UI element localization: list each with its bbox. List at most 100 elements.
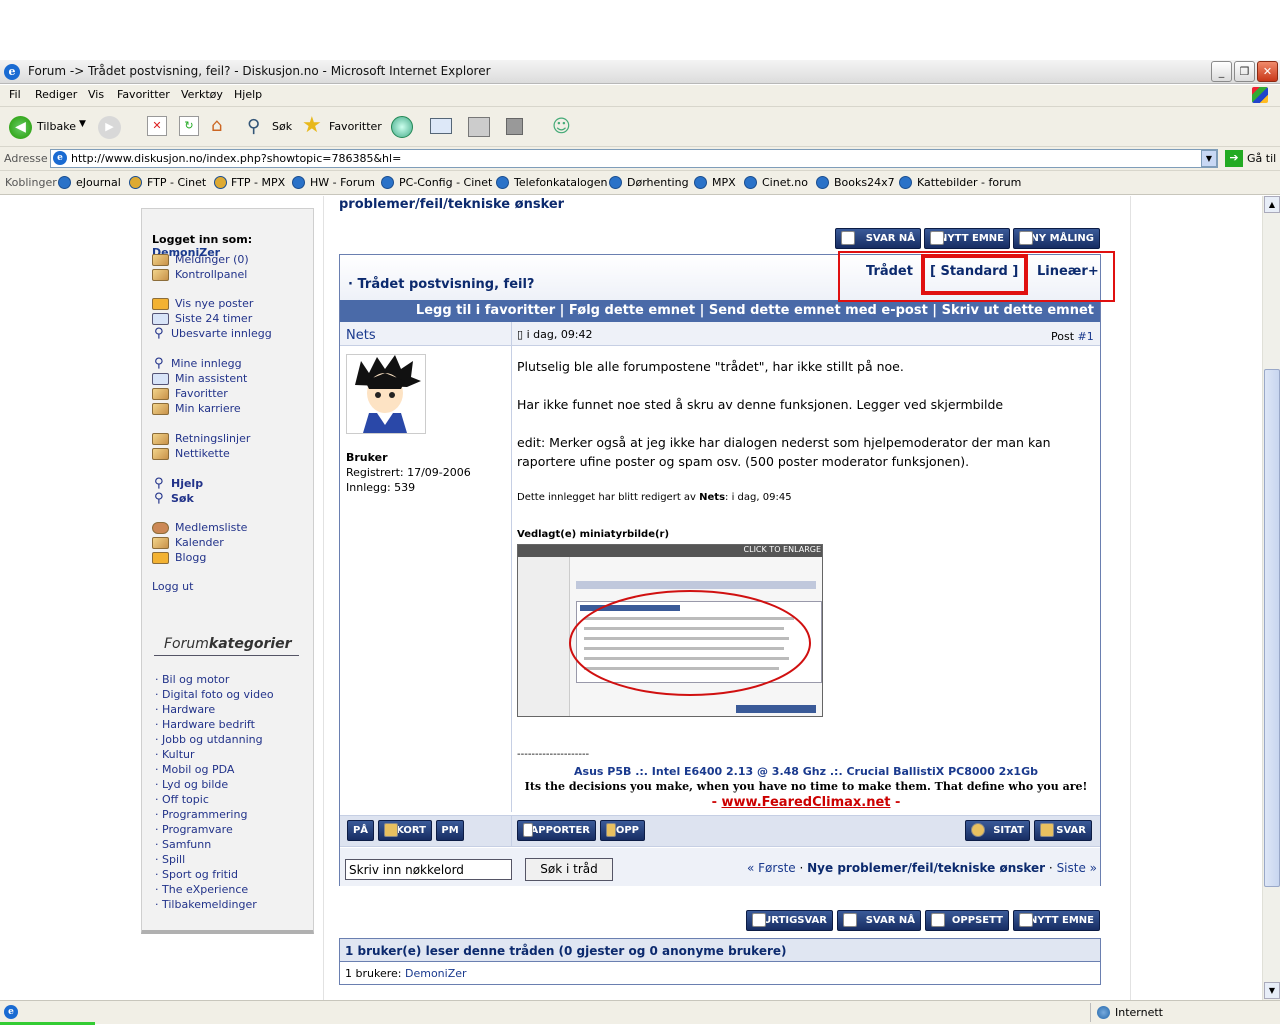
menu-file[interactable]: Fil xyxy=(9,88,21,101)
category-link[interactable]: · Hardware xyxy=(155,703,215,716)
scroll-thumb[interactable] xyxy=(1264,369,1280,887)
category-link[interactable]: · Hardware bedrift xyxy=(155,718,255,731)
category-link[interactable]: · The eXperience xyxy=(155,883,248,896)
topic-actions-bar[interactable]: Legg til i favoritter | Følg dette emnet… xyxy=(340,300,1100,322)
address-input[interactable]: e http://www.diskusjon.no/index.php?show… xyxy=(50,149,1218,168)
maximize-button[interactable]: ❐ xyxy=(1234,61,1255,82)
pager-first-link[interactable]: « Første xyxy=(747,861,796,875)
refresh-icon[interactable]: ↻ xyxy=(179,116,199,136)
signature-link[interactable]: www.FearedClimax.net xyxy=(722,795,891,810)
sidebar-item-unanswered[interactable]: Ubesvarte innlegg xyxy=(171,327,272,340)
scroll-up-icon[interactable]: ▲ xyxy=(1264,196,1280,213)
link-ejournal[interactable]: eJournal xyxy=(76,176,121,189)
category-link[interactable]: · Bil og motor xyxy=(155,673,229,686)
sidebar-item-last24[interactable]: Siste 24 timer xyxy=(175,312,252,325)
category-link[interactable]: · Sport og fritid xyxy=(155,868,238,881)
link-ftp-cinet[interactable]: FTP - Cinet xyxy=(147,176,206,189)
sidebar-item-new-posts[interactable]: Vis nye poster xyxy=(175,297,253,310)
reply-now-bottom-button[interactable]: SVAR NÅ xyxy=(837,910,921,931)
post-number[interactable]: Post #1 xyxy=(1051,330,1094,343)
category-link[interactable]: · Mobil og PDA xyxy=(155,763,234,776)
favorites-star-icon[interactable]: ★ xyxy=(302,113,322,138)
minimize-button[interactable]: _ xyxy=(1211,61,1232,82)
mail-icon[interactable] xyxy=(430,118,452,134)
post-author-link[interactable]: Nets xyxy=(346,328,376,343)
category-link[interactable]: · Spill xyxy=(155,853,185,866)
reply-now-button[interactable]: SVAR NÅ xyxy=(835,228,921,249)
back-button[interactable]: Tilbake xyxy=(37,120,76,133)
profile-card-button[interactable]: KORT xyxy=(378,820,432,841)
edit-icon[interactable] xyxy=(506,118,523,135)
sidebar-item-search[interactable]: Søk xyxy=(171,492,194,505)
history-icon[interactable] xyxy=(391,116,413,138)
link-ftp-mpx[interactable]: FTP - MPX xyxy=(231,176,285,189)
menu-tools[interactable]: Verktøy xyxy=(181,88,223,101)
link-books24x7[interactable]: Books24x7 xyxy=(834,176,895,189)
sidebar-item-memberlist[interactable]: Medlemsliste xyxy=(175,521,247,534)
sidebar-item-blog[interactable]: Blogg xyxy=(175,551,206,564)
address-dropdown-icon[interactable]: ▼ xyxy=(1201,150,1217,167)
sidebar-item-assistant[interactable]: Min assistent xyxy=(175,372,247,385)
pager-next-link[interactable]: Nye problemer/feil/tekniske ønsker xyxy=(807,861,1045,875)
link-cinet[interactable]: Cinet.no xyxy=(762,176,808,189)
scroll-down-icon[interactable]: ▼ xyxy=(1264,982,1280,999)
pm-button[interactable]: PM xyxy=(436,820,464,841)
breadcrumb[interactable]: problemer/feil/tekniske ønsker xyxy=(339,197,564,212)
link-hw-forum[interactable]: HW - Forum xyxy=(310,176,375,189)
go-arrow-icon[interactable]: ➔ xyxy=(1225,150,1243,167)
sidebar-item-netiquette[interactable]: Nettikette xyxy=(175,447,230,460)
link-dorhenting[interactable]: Dørhenting xyxy=(627,176,689,189)
thread-search-button[interactable]: Søk i tråd xyxy=(525,858,613,881)
sidebar-item-messages[interactable]: Meldinger (0) xyxy=(175,253,249,266)
link-mpx[interactable]: MPX xyxy=(712,176,736,189)
reply-button[interactable]: SVAR xyxy=(1034,820,1092,841)
sidebar-item-guidelines[interactable]: Retningslinjer xyxy=(175,432,250,445)
category-link[interactable]: · Kultur xyxy=(155,748,195,761)
stop-icon[interactable]: ✕ xyxy=(147,116,167,136)
category-link[interactable]: · Programmering xyxy=(155,808,247,821)
new-topic-button[interactable]: NYTT EMNE xyxy=(924,228,1010,249)
forward-arrow-icon[interactable]: ▶ xyxy=(98,116,121,139)
home-icon[interactable]: ⌂ xyxy=(211,116,233,136)
quick-reply-button[interactable]: HURTIGSVAR xyxy=(746,910,833,931)
options-button[interactable]: OPPSETT xyxy=(925,910,1009,931)
sidebar-item-help[interactable]: Hjelp xyxy=(171,477,203,490)
category-link[interactable]: · Off topic xyxy=(155,793,209,806)
search-icon[interactable]: ⚲ xyxy=(247,116,260,137)
category-link[interactable]: · Programvare xyxy=(155,823,233,836)
sidebar-item-calendar[interactable]: Kalender xyxy=(175,536,224,549)
up-button[interactable]: OPP xyxy=(600,820,645,841)
go-button[interactable]: Gå til xyxy=(1247,152,1276,165)
link-kattebilder[interactable]: Kattebilder - forum xyxy=(917,176,1021,189)
menu-view[interactable]: Vis xyxy=(88,88,104,101)
favorites-button[interactable]: Favoritter xyxy=(329,120,382,133)
print-icon[interactable] xyxy=(468,117,490,137)
sidebar-item-controlpanel[interactable]: Kontrollpanel xyxy=(175,268,247,281)
attachment-thumbnail[interactable]: CLICK TO ENLARGE xyxy=(517,544,823,717)
search-button[interactable]: Søk xyxy=(272,120,292,133)
menu-edit[interactable]: Rediger xyxy=(35,88,77,101)
category-link[interactable]: · Tilbakemeldinger xyxy=(155,898,257,911)
back-arrow-icon[interactable]: ◀ xyxy=(9,116,32,139)
menu-favorites[interactable]: Favoritter xyxy=(117,88,170,101)
online-status-button[interactable]: PÅ xyxy=(347,820,374,841)
sidebar-item-career[interactable]: Min karriere xyxy=(175,402,241,415)
category-link[interactable]: · Samfunn xyxy=(155,838,211,851)
messenger-icon[interactable]: ☺ xyxy=(552,116,571,137)
thread-search-input[interactable] xyxy=(345,859,512,880)
category-link[interactable]: · Lyd og bilde xyxy=(155,778,228,791)
report-button[interactable]: RAPPORTER xyxy=(517,820,596,841)
vertical-scrollbar[interactable]: ▲ ▼ xyxy=(1262,196,1280,1000)
category-link[interactable]: · Jobb og utdanning xyxy=(155,733,263,746)
logout-link[interactable]: Logg ut xyxy=(152,580,193,593)
pager-last-link[interactable]: Siste » xyxy=(1057,861,1097,875)
link-telefonkatalogen[interactable]: Telefonkatalogen xyxy=(514,176,608,189)
new-poll-button[interactable]: NY MÅLING xyxy=(1013,228,1100,249)
menu-help[interactable]: Hjelp xyxy=(234,88,262,101)
close-button[interactable]: ✕ xyxy=(1257,61,1278,82)
link-pc-config[interactable]: PC-Config - Cinet xyxy=(399,176,492,189)
reader-user-link[interactable]: DemoniZer xyxy=(405,967,467,980)
category-link[interactable]: · Digital foto og video xyxy=(155,688,274,701)
sidebar-item-favorites[interactable]: Favoritter xyxy=(175,387,228,400)
sidebar-item-my-posts[interactable]: Mine innlegg xyxy=(171,357,242,370)
